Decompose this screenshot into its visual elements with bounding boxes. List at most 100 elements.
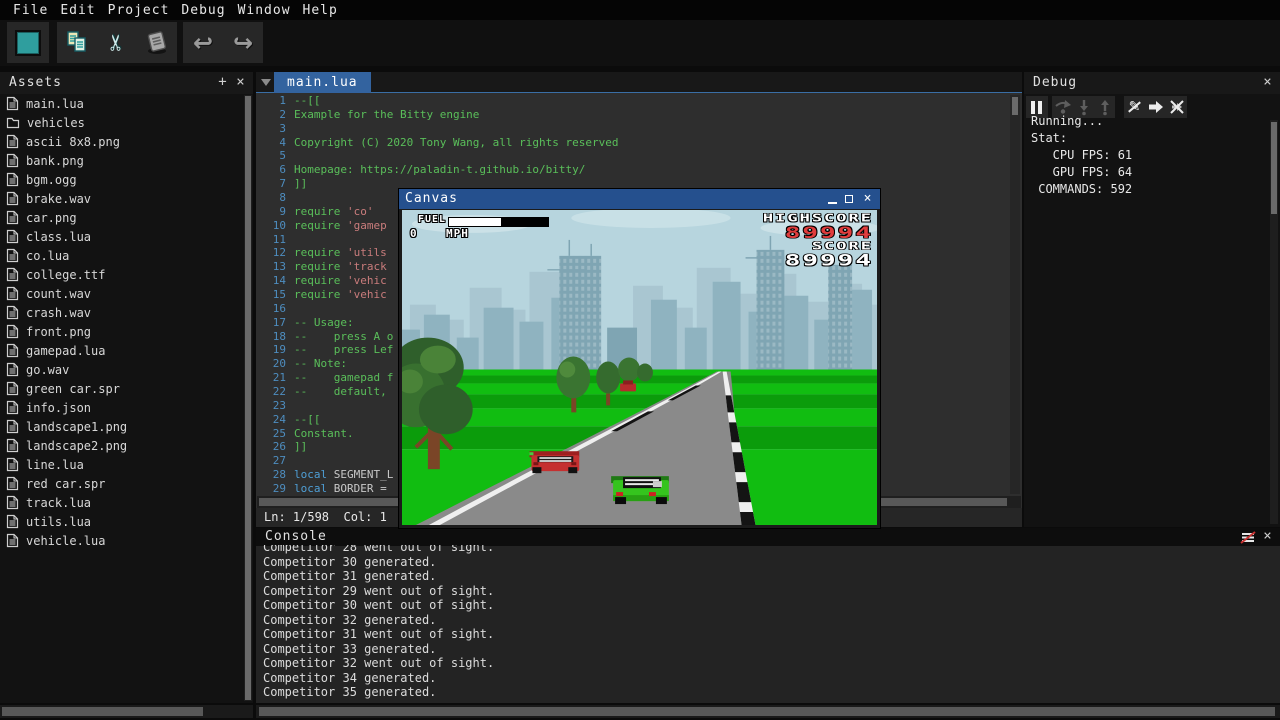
- minimize-icon: [828, 202, 837, 204]
- debug-vertical-scrollbar[interactable]: [1270, 120, 1278, 524]
- tab-list-dropdown-icon[interactable]: [261, 79, 271, 86]
- code-token: 'track: [347, 260, 387, 273]
- asset-item-label: go.wav: [26, 363, 69, 377]
- asset-item-main-lua[interactable]: main.lua: [0, 94, 243, 113]
- console-line: Competitor 32 went out of sight.: [263, 656, 1280, 671]
- file-icon: [6, 495, 19, 510]
- minimize-button[interactable]: [826, 189, 840, 209]
- asset-item-label: bank.png: [26, 154, 84, 168]
- menu-window[interactable]: Window: [232, 3, 297, 18]
- file-icon: [6, 267, 19, 282]
- asset-item-brake-wav[interactable]: brake.wav: [0, 189, 243, 208]
- menu-debug[interactable]: Debug: [175, 3, 231, 18]
- clear-console-button[interactable]: [1240, 528, 1256, 546]
- debug-title-label: Debug: [1033, 75, 1077, 90]
- console-line: Competitor 29 went out of sight.: [263, 584, 1280, 599]
- close-canvas-button[interactable]: ×: [861, 189, 875, 209]
- asset-item-vehicles[interactable]: vehicles: [0, 113, 243, 132]
- close-assets-button[interactable]: ×: [233, 72, 249, 94]
- asset-item-utils-lua[interactable]: utils.lua: [0, 512, 243, 531]
- line-number: 13: [256, 260, 286, 274]
- file-icon: [6, 153, 19, 168]
- close-console-button[interactable]: ×: [1260, 528, 1276, 546]
- asset-item-label: count.wav: [26, 287, 91, 301]
- console-title-label: Console: [265, 529, 327, 544]
- line-number: 8: [256, 191, 286, 205]
- menu-project[interactable]: Project: [102, 3, 176, 18]
- redo-button[interactable]: ↪: [224, 24, 262, 62]
- close-debug-button[interactable]: ×: [1260, 72, 1276, 94]
- undo-button[interactable]: ↩: [184, 24, 222, 62]
- console-line: Competitor 30 went out of sight.: [263, 598, 1280, 613]
- line-number: 29: [256, 482, 286, 494]
- toolbar: ✂ ↩ ↪: [0, 20, 1280, 66]
- asset-item-go-wav[interactable]: go.wav: [0, 360, 243, 379]
- asset-item-bgm-ogg[interactable]: bgm.ogg: [0, 170, 243, 189]
- asset-item-front-png[interactable]: front.png: [0, 322, 243, 341]
- menu-edit[interactable]: Edit: [54, 3, 101, 18]
- asset-item-class-lua[interactable]: class.lua: [0, 227, 243, 246]
- code-token: 'vehic: [347, 274, 387, 287]
- run-button[interactable]: [9, 24, 47, 62]
- file-icon: [6, 419, 19, 434]
- canvas-titlebar[interactable]: Canvas ×: [399, 189, 880, 209]
- asset-item-label: red car.spr: [26, 477, 105, 491]
- paste-button[interactable]: [138, 24, 176, 62]
- fuel-bar: [448, 217, 549, 227]
- maximize-button[interactable]: [843, 189, 857, 209]
- debug-output-line: CPU FPS: 61: [1031, 147, 1268, 164]
- console-line: Competitor 33 generated.: [263, 642, 1280, 657]
- code-line: 3: [256, 122, 1008, 136]
- game-viewport[interactable]: FUEL 0 MPH HIGHSCORE 89994 SCORE 89994: [402, 210, 877, 525]
- assets-vertical-scrollbar[interactable]: [244, 95, 252, 701]
- asset-item-crash-wav[interactable]: crash.wav: [0, 303, 243, 322]
- console-horizontal-scrollbar[interactable]: [256, 705, 1280, 718]
- assets-horizontal-scrollbar[interactable]: [0, 705, 253, 718]
- debug-output: Running...Stat: CPU FPS: 61 GPU FPS: 64 …: [1031, 113, 1268, 198]
- editor-vertical-scrollbar[interactable]: [1010, 95, 1020, 494]
- asset-item-vehicle-lua[interactable]: vehicle.lua: [0, 531, 243, 550]
- console-line: Competitor 32 generated.: [263, 613, 1280, 628]
- file-icon: [6, 134, 19, 149]
- debug-output-line: Running...: [1031, 113, 1268, 130]
- asset-item-bank-png[interactable]: bank.png: [0, 151, 243, 170]
- asset-item-info-json[interactable]: info.json: [0, 398, 243, 417]
- asset-item-red-car-spr[interactable]: red car.spr: [0, 474, 243, 493]
- asset-item-car-png[interactable]: car.png: [0, 208, 243, 227]
- add-asset-button[interactable]: +: [215, 72, 231, 94]
- asset-item-label: landscape2.png: [26, 439, 127, 453]
- asset-item-track-lua[interactable]: track.lua: [0, 493, 243, 512]
- asset-item-label: gamepad.lua: [26, 344, 105, 358]
- asset-item-college-ttf[interactable]: college.ttf: [0, 265, 243, 284]
- menu-file[interactable]: File: [7, 3, 54, 18]
- asset-item-label: main.lua: [26, 97, 84, 111]
- menu-help[interactable]: Help: [297, 3, 344, 18]
- asset-item-label: line.lua: [26, 458, 84, 472]
- code-token: Example for the Bitty engine: [294, 108, 479, 121]
- code-token: ]]: [294, 177, 307, 190]
- asset-item-green-car-spr[interactable]: green car.spr: [0, 379, 243, 398]
- file-icon: [6, 400, 19, 415]
- tab-main-lua[interactable]: main.lua: [274, 72, 371, 93]
- fuel-label: FUEL: [418, 214, 446, 225]
- asset-item-co-lua[interactable]: co.lua: [0, 246, 243, 265]
- asset-item-landscape1-png[interactable]: landscape1.png: [0, 417, 243, 436]
- console-line: Competitor 30 generated.: [263, 555, 1280, 570]
- code-token: 'gamep: [347, 219, 387, 232]
- asset-item-count-wav[interactable]: count.wav: [0, 284, 243, 303]
- asset-item-line-lua[interactable]: line.lua: [0, 455, 243, 474]
- file-icon: [6, 229, 19, 244]
- asset-item-landscape2-png[interactable]: landscape2.png: [0, 436, 243, 455]
- line-number: 6: [256, 163, 286, 177]
- file-icon: [6, 305, 19, 320]
- canvas-title-label: Canvas: [405, 191, 458, 206]
- cut-button[interactable]: ✂: [98, 24, 136, 62]
- code-line: 6Homepage: https://paladin-t.github.io/b…: [256, 163, 1008, 177]
- asset-item-label: info.json: [26, 401, 91, 415]
- asset-item-ascii-8x8-png[interactable]: ascii 8x8.png: [0, 132, 243, 151]
- code-token: require: [294, 260, 347, 273]
- line-number: 17: [256, 316, 286, 330]
- clear-console-icon: [1240, 530, 1256, 546]
- asset-item-gamepad-lua[interactable]: gamepad.lua: [0, 341, 243, 360]
- copy-button[interactable]: [58, 24, 96, 62]
